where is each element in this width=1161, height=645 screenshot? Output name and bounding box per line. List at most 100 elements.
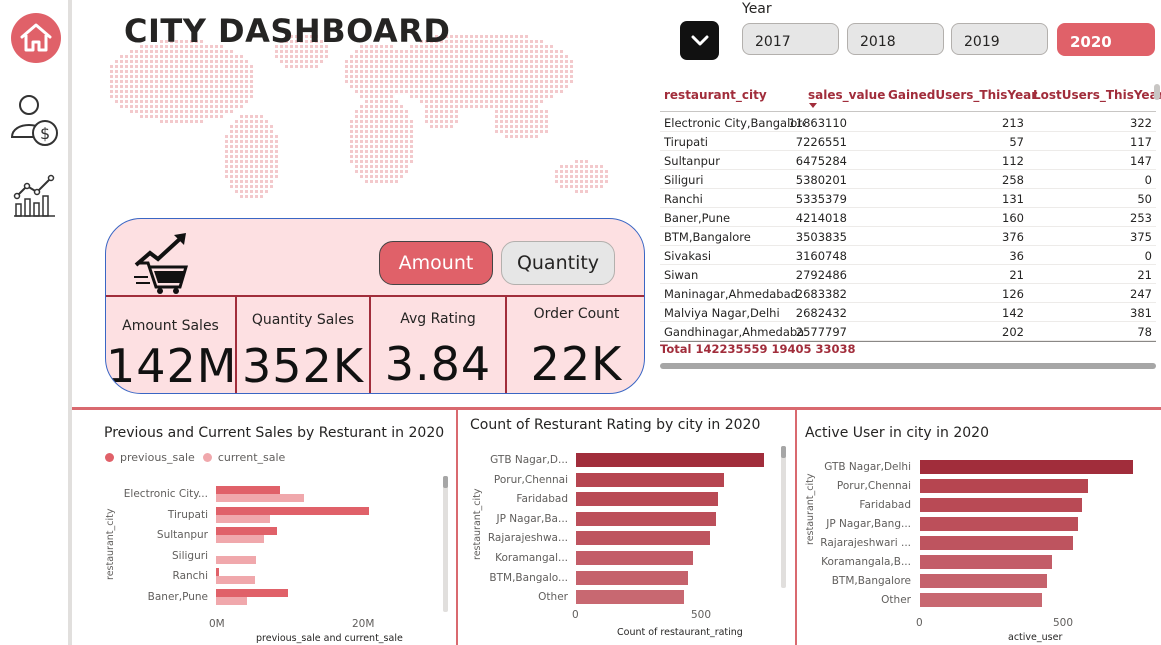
- bar[interactable]: [576, 551, 693, 565]
- bar[interactable]: [920, 555, 1053, 569]
- map-dot: [525, 115, 528, 118]
- table-row[interactable]: Siliguri 5380201 258 0: [660, 170, 1156, 189]
- bar-previous-sale[interactable]: [216, 568, 219, 576]
- year-option-2018[interactable]: 2018: [847, 23, 944, 55]
- map-dot: [240, 70, 243, 73]
- year-option-2020[interactable]: 2020: [1057, 23, 1155, 56]
- bar[interactable]: [576, 590, 684, 605]
- map-dot: [355, 120, 358, 123]
- column-header-restaurant-city[interactable]: restaurant_city: [664, 88, 767, 102]
- table-row[interactable]: Maninagar,Ahmedabad 2683382 126 247: [660, 284, 1156, 303]
- table-row[interactable]: Tirupati 7226551 57 117: [660, 132, 1156, 151]
- map-dot: [220, 100, 223, 103]
- bar-current-sale[interactable]: [216, 596, 248, 605]
- users-sales-button[interactable]: $: [9, 94, 63, 148]
- table-row[interactable]: Malviya Nagar,Delhi 2682432 142 381: [660, 303, 1156, 322]
- bar[interactable]: [920, 479, 1089, 493]
- year-option-2019[interactable]: 2019: [951, 23, 1048, 55]
- year-option-2017[interactable]: 2017: [742, 23, 839, 55]
- bar[interactable]: [920, 536, 1073, 550]
- bar[interactable]: [576, 570, 689, 585]
- bar-current-sale[interactable]: [216, 555, 257, 564]
- table-row[interactable]: Baner,Pune 4214018 160 253: [660, 208, 1156, 227]
- bar[interactable]: [920, 593, 1043, 607]
- bar[interactable]: [576, 472, 724, 487]
- bar[interactable]: [920, 574, 1048, 588]
- map-dot: [400, 75, 403, 78]
- analytics-button[interactable]: [9, 168, 63, 222]
- bar-current-sale[interactable]: [216, 576, 256, 584]
- bar-previous-sale[interactable]: [216, 506, 369, 515]
- home-button[interactable]: [9, 11, 63, 65]
- map-dot: [435, 115, 438, 118]
- map-dot: [165, 85, 168, 88]
- map-dot: [170, 65, 173, 68]
- bar[interactable]: [920, 460, 1134, 474]
- bar-current-sale[interactable]: [216, 494, 304, 502]
- map-dot: [380, 70, 383, 73]
- map-dot: [505, 90, 508, 93]
- table-row[interactable]: Ranchi 5335379 131 50: [660, 189, 1156, 208]
- map-dot: [355, 135, 358, 138]
- map-dot: [250, 145, 253, 148]
- map-dot: [540, 95, 543, 98]
- map-dot: [195, 80, 198, 83]
- table-row[interactable]: BTM,Bangalore 3503835 376 375: [660, 227, 1156, 246]
- map-dot: [420, 65, 423, 68]
- map-dot: [375, 135, 378, 138]
- legend-previous-sale[interactable]: previous_sale: [120, 451, 195, 464]
- table-horizontal-scrollbar[interactable]: [660, 363, 1156, 369]
- map-dot: [150, 85, 153, 88]
- map-dot: [390, 55, 393, 58]
- map-dot: [360, 120, 363, 123]
- table-row[interactable]: Sivakasi 3160748 36 0: [660, 246, 1156, 265]
- map-dot: [365, 65, 368, 68]
- table-row[interactable]: Siwan 2792486 21 21: [660, 265, 1156, 284]
- bar-current-sale[interactable]: [216, 514, 270, 523]
- bar[interactable]: [576, 531, 711, 546]
- table-cell-restaurant-city: Baner,Pune: [664, 211, 731, 225]
- map-dot: [580, 175, 583, 178]
- bar-previous-sale[interactable]: [216, 588, 289, 597]
- map-dot: [185, 90, 188, 93]
- map-dot: [435, 120, 438, 123]
- map-dot: [520, 135, 523, 138]
- bar[interactable]: [576, 492, 718, 507]
- amount-toggle-button[interactable]: Amount: [379, 241, 493, 285]
- map-dot: [390, 70, 393, 73]
- kpi-value: 3.84: [384, 337, 492, 391]
- bar-previous-sale[interactable]: [216, 527, 278, 535]
- map-dot: [420, 80, 423, 83]
- table-row[interactable]: Gandhinagar,Ahmedaba 2577797 202 78: [660, 322, 1156, 341]
- bar-current-sale[interactable]: [216, 535, 265, 543]
- legend-current-sale[interactable]: current_sale: [218, 451, 285, 464]
- column-header-lost-users[interactable]: LostUsers_ThisYear: [1033, 88, 1161, 102]
- map-dot: [555, 85, 558, 88]
- map-dot: [345, 70, 348, 73]
- map-dot: [260, 115, 263, 118]
- map-dot: [390, 130, 393, 133]
- map-dot: [195, 95, 198, 98]
- table-row[interactable]: Sultanpur 6475284 112 147: [660, 151, 1156, 170]
- table-cell-gainedusers-thisyear: 213: [1002, 116, 1024, 130]
- map-dot: [565, 165, 568, 168]
- column-header-gained-users[interactable]: GainedUsers_ThisYear: [888, 88, 1037, 102]
- map-dot: [450, 115, 453, 118]
- quantity-toggle-button[interactable]: Quantity: [501, 241, 615, 285]
- map-dot: [150, 50, 153, 53]
- bar[interactable]: [576, 511, 717, 526]
- map-dot: [360, 75, 363, 78]
- table-row[interactable]: Electronic City,Bangalore 11863110 213 322: [660, 113, 1156, 132]
- table-cell-lostusers-thisyear: 0: [1144, 173, 1152, 187]
- year-dropdown-button[interactable]: [680, 21, 719, 60]
- table-vertical-scrollbar[interactable]: [1154, 84, 1160, 100]
- map-dot: [370, 100, 373, 103]
- bar[interactable]: [920, 517, 1079, 531]
- bar-previous-sale[interactable]: [216, 486, 281, 494]
- map-dot: [480, 60, 483, 63]
- map-dot: [525, 45, 528, 48]
- column-header-sales-value[interactable]: sales_value: [808, 88, 885, 102]
- chart-title: Previous and Current Sales by Resturant …: [104, 425, 445, 441]
- bar[interactable]: [576, 453, 765, 467]
- bar[interactable]: [920, 498, 1082, 512]
